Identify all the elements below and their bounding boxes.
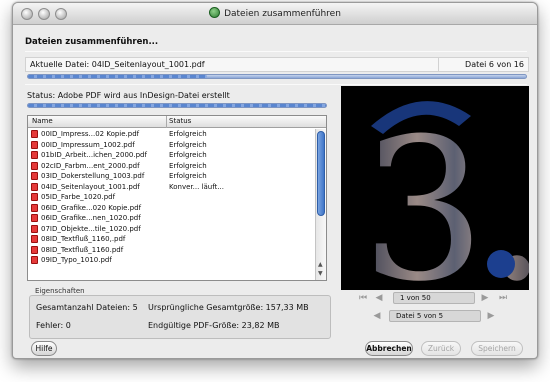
file-status: Erfolgreich bbox=[169, 161, 207, 170]
save-button[interactable]: Speichern bbox=[471, 341, 523, 356]
list-item[interactable]: 02cID_Farbm...ent_2000.pdf Erfolgreich bbox=[28, 161, 316, 172]
final-size: Endgültige PDF-Größe: 23,82 MB bbox=[148, 321, 280, 330]
file-status: Erfolgreich bbox=[169, 172, 207, 180]
list-item[interactable]: 00ID_Impressum_1002.pdf Erfolgreich bbox=[28, 140, 316, 151]
help-button[interactable]: Hilfe bbox=[31, 341, 57, 356]
pdf-file-icon bbox=[31, 193, 38, 201]
previous-file-icon[interactable]: ◀ bbox=[371, 310, 383, 322]
file-status: Konver... läuft... bbox=[169, 182, 224, 191]
file-name: 00ID_Impress...02 Kopie.pdf bbox=[41, 130, 140, 138]
list-item[interactable]: 08ID_Textfluß_1160,.pdf bbox=[28, 234, 316, 245]
properties-label: Eigenschaften bbox=[35, 287, 85, 295]
cancel-button[interactable]: Abbrechen bbox=[365, 341, 413, 356]
pdf-file-icon bbox=[31, 256, 38, 264]
file-name: 05ID_Farbe_1020.pdf bbox=[41, 193, 116, 201]
file-name: 01bID_Arbeit...ichen_2000.pdf bbox=[41, 151, 147, 159]
scroll-down-icon[interactable]: ▼ bbox=[318, 271, 324, 277]
list-header: Name Status bbox=[28, 116, 326, 128]
divider bbox=[25, 84, 527, 85]
title-bar[interactable]: Dateien zusammenführen bbox=[13, 3, 537, 25]
column-divider[interactable] bbox=[166, 116, 167, 128]
preview-image: 3. bbox=[361, 97, 529, 290]
list-item[interactable]: 04ID_Seitenlayout_1001.pdf Konver... läuf… bbox=[28, 182, 316, 193]
next-file-icon[interactable]: ▶ bbox=[485, 310, 497, 322]
file-name: 09ID_Typo_1010.pdf bbox=[41, 256, 112, 264]
pdf-file-icon bbox=[31, 140, 38, 149]
file-name: 08ID_Textfluß_1160.pdf bbox=[41, 245, 124, 254]
list-item[interactable]: 06ID_Grafike...nen_1020.pdf bbox=[28, 213, 316, 224]
list-item[interactable]: 05ID_Farbe_1020.pdf bbox=[28, 192, 316, 203]
pdf-file-icon bbox=[31, 224, 38, 233]
pdf-file-icon bbox=[31, 214, 38, 222]
back-button[interactable]: Zurück bbox=[421, 341, 461, 356]
merge-icon bbox=[209, 7, 221, 18]
list-item[interactable]: 08ID_Textfluß_1160.pdf bbox=[28, 245, 316, 256]
preview-accent-dot bbox=[487, 250, 515, 278]
status-progress-bar bbox=[27, 103, 327, 108]
page-preview: 3. bbox=[341, 86, 529, 290]
pdf-file-icon bbox=[31, 151, 38, 159]
preview-page-nav: ⏮ ◀ 1 von 50 ▶ ⏭ bbox=[341, 291, 529, 307]
merge-dialog-window: Dateien zusammenführen Dateien zusammenf… bbox=[12, 2, 538, 359]
status-text: Status: Adobe PDF wird aus InDesign-Date… bbox=[27, 91, 230, 100]
pdf-file-icon bbox=[31, 203, 38, 212]
file-name: 07ID_Objekte...tile_1020.pdf bbox=[41, 224, 141, 233]
pdf-file-icon bbox=[31, 130, 38, 138]
properties-box: Gesamtanzahl Dateien: 5 Ursprüngliche Ge… bbox=[29, 295, 331, 339]
window-title-text: Dateien zusammenführen bbox=[224, 9, 341, 19]
scroll-up-icon[interactable]: ▲ bbox=[318, 262, 324, 268]
current-file-label: Aktuelle Datei: 04ID_Seitenlayout_1001.p… bbox=[30, 60, 205, 69]
file-name: 03ID_Dokerstellung_1003.pdf bbox=[41, 172, 145, 180]
file-name: 00ID_Impressum_1002.pdf bbox=[41, 140, 135, 149]
pdf-file-icon bbox=[31, 161, 38, 170]
file-indicator[interactable]: Datei 5 von 5 bbox=[389, 310, 481, 322]
pdf-file-icon bbox=[31, 245, 38, 254]
file-list[interactable]: Name Status 00ID_Impress...02 Kopie.pdf E… bbox=[27, 115, 327, 281]
column-header-status[interactable]: Status bbox=[169, 117, 191, 125]
list-item[interactable]: 00ID_Impress...02 Kopie.pdf Erfolgreich bbox=[28, 129, 316, 140]
divider bbox=[25, 51, 527, 52]
file-status: Erfolgreich bbox=[169, 130, 207, 138]
file-status: Erfolgreich bbox=[169, 140, 207, 149]
list-item[interactable]: 06ID_Grafike...020 Kopie.pdf bbox=[28, 203, 316, 214]
list-item[interactable]: 09ID_Typo_1010.pdf bbox=[28, 255, 316, 266]
list-scrollbar[interactable]: ▲ ▼ bbox=[315, 129, 326, 280]
file-progress-bar bbox=[27, 74, 527, 79]
pdf-file-icon bbox=[31, 182, 38, 191]
window-title: Dateien zusammenführen bbox=[13, 7, 537, 19]
pdf-file-icon bbox=[31, 235, 38, 243]
original-size: Ursprüngliche Gesamtgröße: 157,33 MB bbox=[148, 303, 309, 312]
previous-page-icon[interactable]: ◀ bbox=[373, 292, 385, 304]
file-name: 06ID_Grafike...nen_1020.pdf bbox=[41, 214, 141, 222]
dialog-heading: Dateien zusammenführen... bbox=[25, 37, 159, 47]
current-file-row: Aktuelle Datei: 04ID_Seitenlayout_1001.p… bbox=[25, 57, 529, 72]
total-files: Gesamtanzahl Dateien: 5 bbox=[36, 303, 138, 312]
first-page-icon[interactable]: ⏮ bbox=[357, 292, 369, 304]
pdf-file-icon bbox=[31, 172, 38, 180]
list-item[interactable]: 01bID_Arbeit...ichen_2000.pdf Erfolgreich bbox=[28, 150, 316, 161]
file-name: 06ID_Grafike...020 Kopie.pdf bbox=[41, 203, 142, 212]
file-counter: Datei 6 von 16 bbox=[465, 60, 524, 69]
error-count: Fehler: 0 bbox=[36, 321, 71, 330]
list-item[interactable]: 07ID_Objekte...tile_1020.pdf bbox=[28, 224, 316, 235]
list-item[interactable]: 03ID_Dokerstellung_1003.pdf Erfolgreich bbox=[28, 171, 316, 182]
file-name: 08ID_Textfluß_1160,.pdf bbox=[41, 235, 126, 243]
last-page-icon[interactable]: ⏭ bbox=[497, 292, 509, 304]
page-indicator[interactable]: 1 von 50 bbox=[393, 292, 475, 304]
file-status: Erfolgreich bbox=[169, 151, 207, 159]
status-progress-fill bbox=[28, 104, 326, 107]
column-header-name[interactable]: Name bbox=[32, 117, 53, 125]
file-name: 04ID_Seitenlayout_1001.pdf bbox=[41, 182, 140, 191]
preview-file-nav: ◀ Datei 5 von 5 ▶ bbox=[341, 309, 529, 325]
file-progress-fill bbox=[28, 75, 208, 78]
list-rows: 00ID_Impress...02 Kopie.pdf Erfolgreich 00… bbox=[28, 129, 316, 266]
file-name: 02cID_Farbm...ent_2000.pdf bbox=[41, 161, 140, 170]
divider bbox=[438, 58, 439, 71]
next-page-icon[interactable]: ▶ bbox=[479, 292, 491, 304]
scrollbar-thumb[interactable] bbox=[317, 131, 325, 216]
